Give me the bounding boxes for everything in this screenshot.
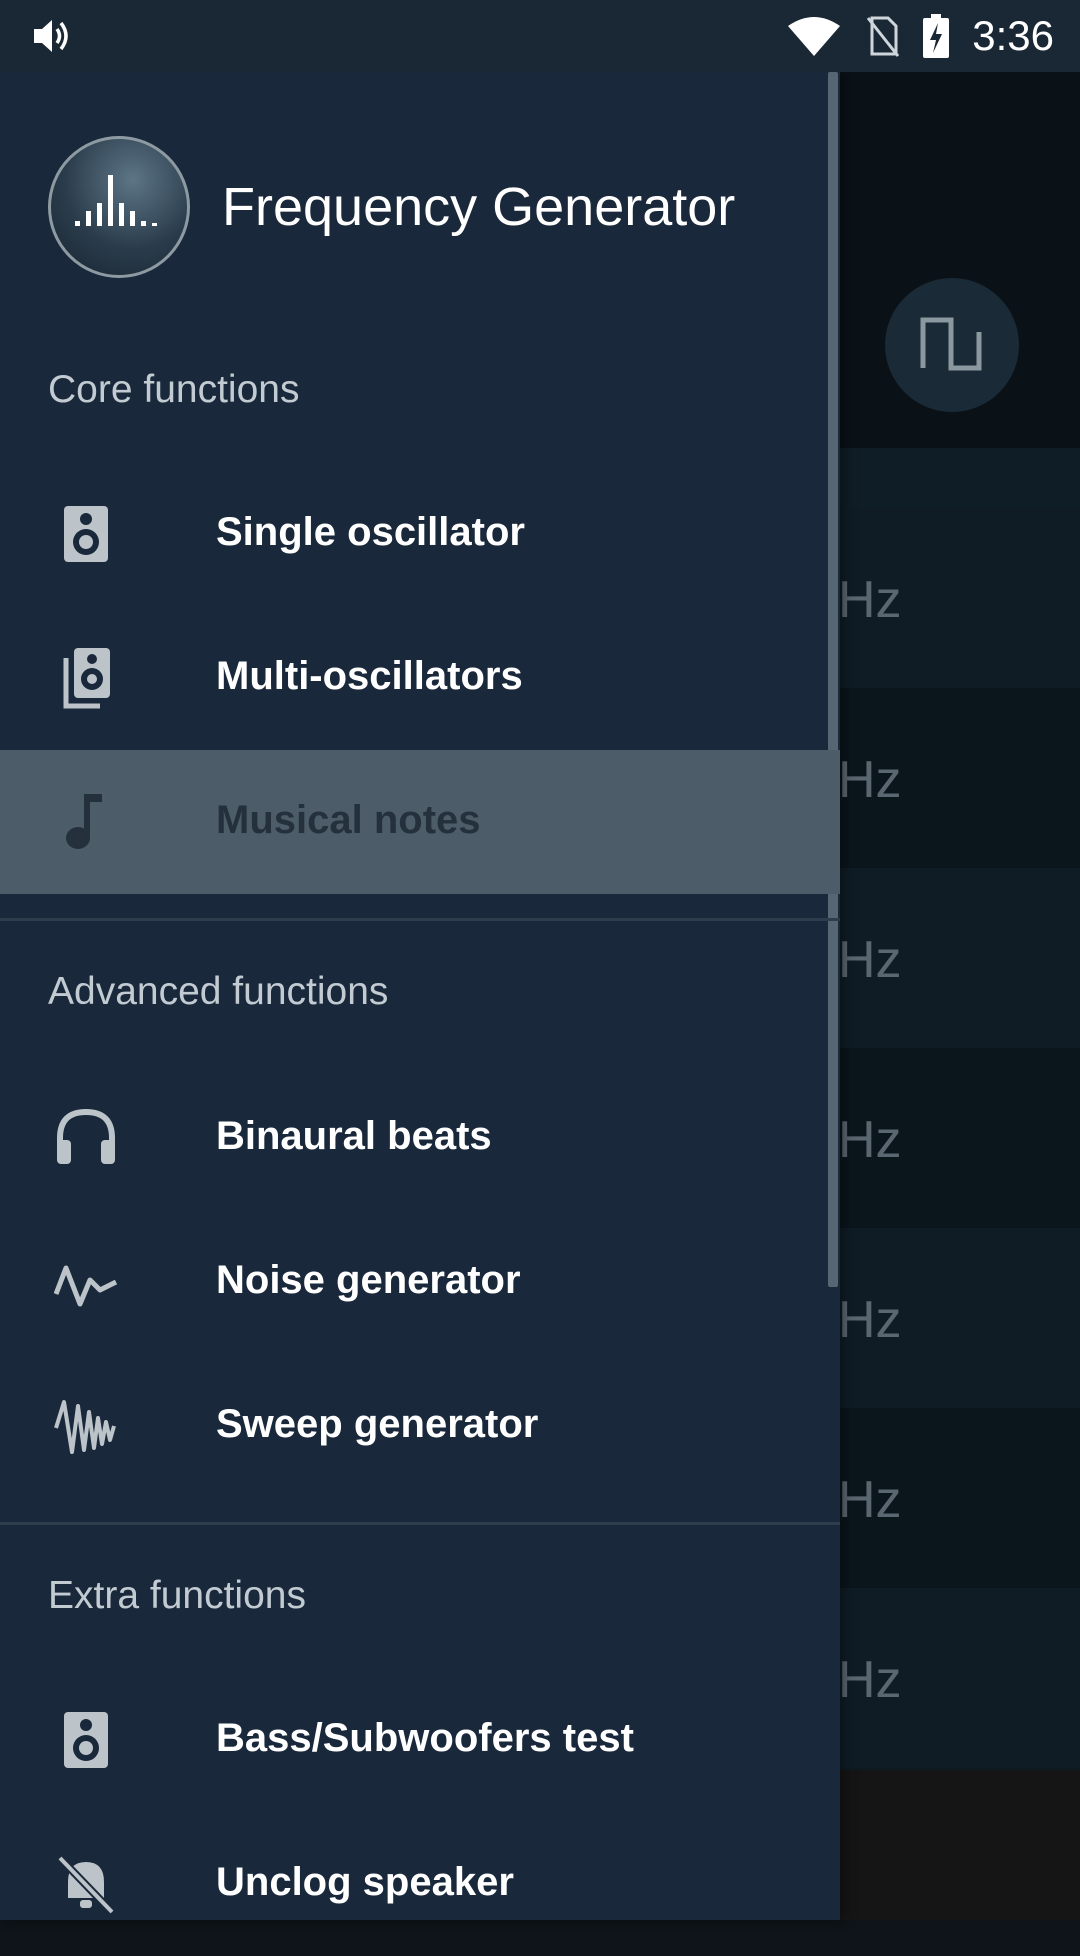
section-divider xyxy=(0,1522,840,1525)
no-sim-icon xyxy=(867,16,900,57)
menu-item-label: Bass/Subwoofers test xyxy=(216,1716,634,1760)
menu-item-label: Musical notes xyxy=(216,798,481,842)
speaker-icon xyxy=(64,1712,108,1768)
speaker-icon xyxy=(64,506,108,562)
multi-speaker-icon xyxy=(63,648,110,709)
section-extra-functions: Extra functions xyxy=(48,1574,306,1617)
app-logo-icon xyxy=(48,136,190,278)
status-bar: 3:36 xyxy=(0,0,1080,72)
sweep-wave-icon xyxy=(54,1400,116,1454)
section-divider xyxy=(0,918,840,921)
menu-item-label: Binaural beats xyxy=(216,1114,492,1158)
music-note-icon xyxy=(66,794,102,849)
menu-item-unclog-speaker[interactable]: Unclog speaker xyxy=(0,1812,840,1956)
navigation-drawer: Frequency Generator Core functions Singl… xyxy=(0,72,840,1920)
speaker-off-icon xyxy=(57,1855,115,1915)
menu-item-sweep-generator[interactable]: Sweep generator xyxy=(0,1354,840,1498)
hz-label: Hz xyxy=(838,751,902,809)
menu-item-label: Single oscillator xyxy=(216,510,525,554)
section-advanced-functions: Advanced functions xyxy=(48,970,389,1013)
menu-item-label: Multi-oscillators xyxy=(216,654,523,698)
hz-label: Hz xyxy=(838,571,902,629)
headphones-icon xyxy=(57,1108,115,1164)
app-title: Frequency Generator xyxy=(222,177,736,237)
hz-label: Hz xyxy=(838,1111,902,1169)
wifi-icon xyxy=(788,17,841,56)
menu-item-musical-notes[interactable]: Musical notes xyxy=(0,750,840,894)
menu-item-label: Sweep generator xyxy=(216,1402,539,1446)
menu-item-binaural-beats[interactable]: Binaural beats xyxy=(0,1066,840,1210)
square-wave-icon xyxy=(920,317,982,371)
menu-item-label: Noise generator xyxy=(216,1258,521,1302)
status-clock: 3:36 xyxy=(972,12,1054,59)
section-core-functions: Core functions xyxy=(48,368,300,411)
hz-label: Hz xyxy=(838,1471,902,1529)
square-wave-button[interactable] xyxy=(885,278,1019,412)
menu-item-noise-generator[interactable]: Noise generator xyxy=(0,1210,840,1354)
hz-label: Hz xyxy=(838,1651,902,1709)
menu-item-single-oscillator[interactable]: Single oscillator xyxy=(0,462,840,606)
menu-item-bass-subwoofers-test[interactable]: Bass/Subwoofers test xyxy=(0,1668,840,1812)
battery-charging-icon xyxy=(923,14,950,58)
drawer-header: Frequency Generator xyxy=(0,72,840,342)
volume-icon xyxy=(30,14,74,63)
hz-label: Hz xyxy=(838,1291,902,1349)
menu-item-multi-oscillators[interactable]: Multi-oscillators xyxy=(0,606,840,750)
hz-label: Hz xyxy=(838,931,902,989)
menu-item-label: Unclog speaker xyxy=(216,1860,514,1904)
noise-wave-icon xyxy=(54,1265,118,1307)
